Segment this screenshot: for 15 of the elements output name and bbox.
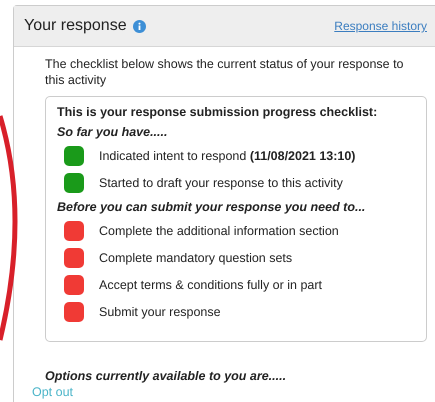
opt-out-link[interactable]: Opt out: [32, 385, 73, 399]
options-heading: Options currently available to you are.....: [45, 369, 288, 383]
group-heading: Before you can submit your response you need to...: [57, 200, 366, 214]
response-history-link[interactable]: Response history: [334, 19, 427, 33]
checklist-item: Accept terms & conditions fully or in part: [99, 278, 322, 292]
group-heading: So far you have.....: [57, 125, 168, 139]
checklist-item: Complete the additional information section: [99, 224, 339, 238]
intro-text: The checklist below shows the current status of your response to this activity: [45, 56, 405, 88]
checklist-title: This is your response submission progress checklist:: [57, 105, 378, 119]
checklist-item: Complete mandatory question sets: [99, 250, 292, 264]
checklist-item: Started to draft your response to this activity: [99, 176, 343, 190]
info-icon[interactable]: [132, 20, 146, 32]
checklist-item: Submit your response: [99, 304, 221, 318]
checklist-item: Indicated intent to respond (11/08/2021 13:10): [99, 148, 356, 162]
panel-title: Your response: [24, 17, 127, 35]
